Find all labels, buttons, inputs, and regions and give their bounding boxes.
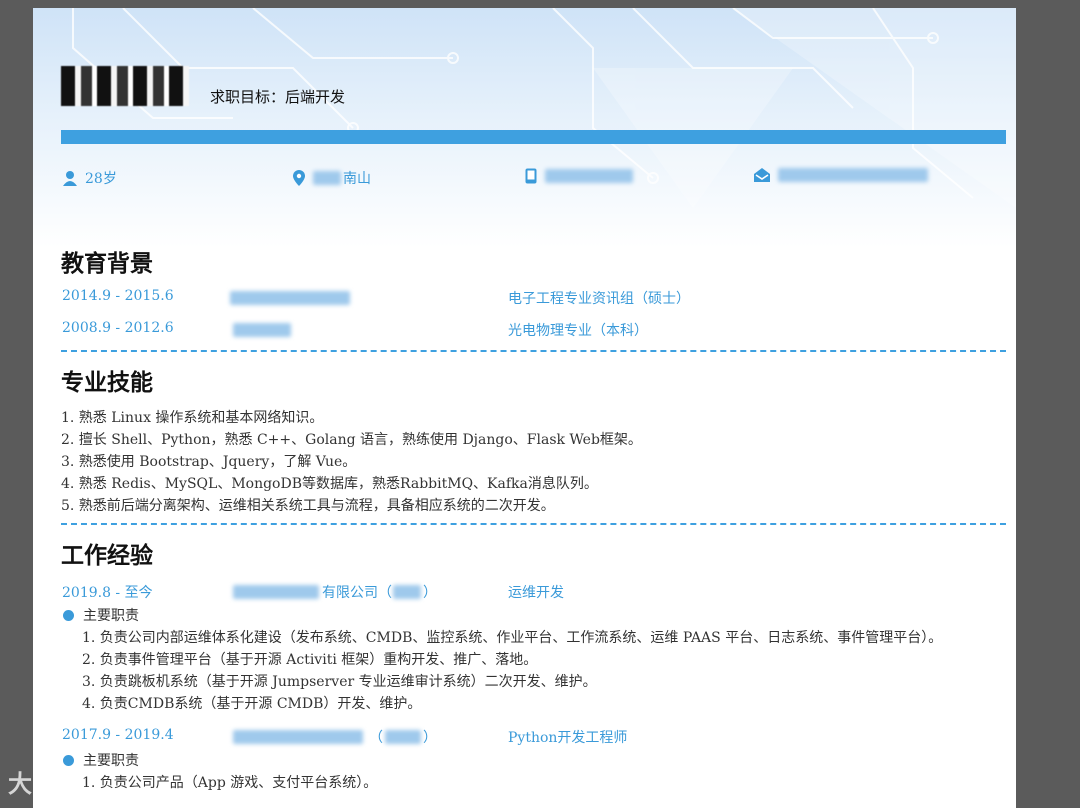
skill-item: 1. 熟悉 Linux 操作系统和基本网络知识。 [61,410,324,426]
contact-info-row: 28岁 南山 [33,168,1016,192]
email-info [754,168,928,182]
person-icon [63,171,77,186]
watermark-logo: 大数据 [8,764,86,799]
header-background [33,8,1016,248]
candidate-name-redacted [61,66,189,106]
education-period: 2014.9 - 2015.6 [62,288,174,304]
location-pin-icon [293,170,305,186]
header-divider-bar [61,130,1006,144]
job-role: 运维开发 [508,585,564,601]
company-name: 有限公司（ [322,585,392,601]
job-period: 2019.8 - 至今 [62,585,153,601]
email-redacted [778,168,928,182]
location-text: 南山 [343,171,371,187]
duty-heading: 主要职责 [63,605,139,625]
duty-item: 1. 负责公司产品（App 游戏、支付平台系统）。 [82,775,378,791]
phone-info [525,168,633,184]
skills-title: 专业技能 [61,370,153,396]
education-major: 电子工程专业资讯组（硕士） [508,291,690,307]
duty-item: 3. 负责跳板机系统（基于开源 Jumpserver 专业运维审计系统）二次开发… [82,674,597,690]
section-divider [61,523,1006,525]
job-row: 2019.8 - 至今 有限公司（ ） 运维开发 [33,582,1016,602]
company-redacted [233,730,363,744]
skill-item: 4. 熟悉 Redis、MySQL、MongoDB等数据库，熟悉RabbitMQ… [61,476,598,492]
job-period: 2017.9 - 2019.4 [62,727,174,743]
work-title: 工作经验 [61,543,153,569]
location-redacted [313,171,341,185]
phone-icon [525,168,537,184]
resume-page: 求职目标：后端开发 28岁 南山 教育背景 2014.9 - 2015.6 电子… [33,8,1016,808]
skill-item: 3. 熟悉使用 Bootstrap、Jquery，了解 Vue。 [61,454,357,470]
duty-heading-label: 主要职责 [83,608,139,624]
bullet-dot-icon [63,609,74,621]
skill-item: 5. 熟悉前后端分离架构、运维相关系统工具与流程，具备相应系统的二次开发。 [61,498,555,514]
education-period: 2008.9 - 2012.6 [62,320,174,336]
duty-item: 4. 负责CMDB系统（基于开源 CMDB）开发、维护。 [82,696,422,712]
duty-item: 2. 负责事件管理平台（基于开源 Activiti 框架）重构开发、推广、落地。 [82,652,538,668]
section-divider [61,350,1006,352]
duty-item: 1. 负责公司内部运维体系化建设（发布系统、CMDB、监控系统、作业平台、工作流… [82,630,943,646]
company-city-redacted [385,730,421,744]
phone-redacted [545,169,633,183]
job-role: Python开发工程师 [508,730,628,746]
skill-item: 2. 擅长 Shell、Python，熟悉 C++、Golang 语言，熟练使用… [61,432,642,448]
duty-heading-label: 主要职责 [83,753,139,769]
watermark-text: 大数据 [8,770,86,798]
education-row: 2008.9 - 2012.6 光电物理专业（本科） [33,320,1016,340]
school-redacted [230,291,350,305]
education-title: 教育背景 [61,251,153,277]
circuit-pattern [72,8,1016,208]
company-tail: ） [423,585,437,601]
company-redacted [233,585,319,599]
company-city-redacted [393,585,421,599]
job-target: 求职目标：后端开发 [210,88,346,106]
company-name: （ [369,730,383,746]
company-tail: ） [423,730,437,746]
age-text: 28岁 [85,171,117,187]
job-row: 2017.9 - 2019.4 （ ） Python开发工程师 [33,727,1016,747]
location-info: 南山 [293,168,371,188]
education-row: 2014.9 - 2015.6 电子工程专业资讯组（硕士） [33,288,1016,308]
age-info: 28岁 [63,168,117,188]
envelope-icon [754,168,770,182]
education-major: 光电物理专业（本科） [508,323,648,339]
school-redacted [233,323,291,337]
